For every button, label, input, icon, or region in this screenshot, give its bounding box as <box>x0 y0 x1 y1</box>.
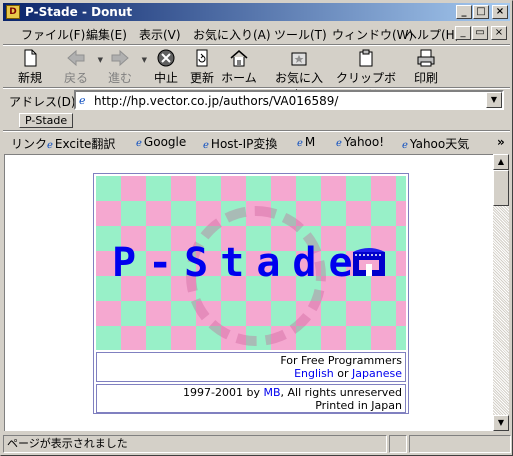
copyright-box: 1997-2001 by MB, All rights unreserved P… <box>96 384 406 413</box>
home-icon <box>229 48 249 68</box>
back-arrow-icon <box>66 48 86 68</box>
ie-page-icon: ℯ <box>79 94 86 107</box>
copyright-suffix: , All rights unreserved <box>280 386 402 399</box>
mdi-minimize-button[interactable]: _ <box>455 26 471 40</box>
link-yahoo-weather[interactable]: ℯ Yahoo天気 <box>402 135 469 152</box>
banner-table: P-Stade For Free Programmers English or … <box>93 173 409 414</box>
mdi-restore-button[interactable]: ▭ <box>472 26 488 40</box>
english-link[interactable]: English <box>294 367 334 380</box>
refresh-icon <box>192 48 212 68</box>
stop-icon <box>156 48 176 68</box>
link-google[interactable]: ℯ Google <box>136 135 186 149</box>
more-links-chevron[interactable]: » <box>497 135 505 149</box>
home-button[interactable]: ホーム <box>221 48 257 86</box>
scroll-up-button[interactable]: ▲ <box>493 154 509 170</box>
printer-icon <box>416 48 436 68</box>
printed-text: Printed in Japan <box>315 399 402 412</box>
forward-button[interactable]: 進む ▼ <box>103 48 147 86</box>
ie-page-icon: ℯ <box>297 138 303 149</box>
ie-page-icon: ℯ <box>203 140 209 151</box>
stop-button[interactable]: 中止 <box>151 48 181 86</box>
clipboard-icon <box>356 48 376 68</box>
site-logo: P-Stade <box>112 240 365 286</box>
stadium-icon <box>353 248 385 276</box>
copyright-prefix: 1997-2001 by <box>183 386 264 399</box>
menu-tools[interactable]: ツール(T) <box>274 26 327 43</box>
title-bar[interactable]: D P-Stade - Donut _ □ × <box>3 3 510 21</box>
address-bar: アドレス(D) ℯ http://hp.vector.co.jp/authors… <box>3 89 510 111</box>
page-content: P-Stade For Free Programmers English or … <box>4 154 493 431</box>
vertical-scrollbar[interactable]: ▲ ▼ <box>493 154 509 431</box>
links-label: リンク <box>11 137 48 151</box>
tagline: For Free Programmers <box>280 354 402 367</box>
menu-help[interactable]: ヘルプ(H) <box>405 26 459 43</box>
link-excite[interactable]: ℯ Excite翻訳 <box>47 135 115 152</box>
minimize-button[interactable]: _ <box>456 5 472 19</box>
status-panel <box>389 435 407 453</box>
link-m[interactable]: ℯM <box>297 135 315 149</box>
new-document-icon <box>20 48 40 68</box>
checker-banner: P-Stade <box>96 176 406 350</box>
address-input[interactable]: ℯ http://hp.vector.co.jp/authors/VA01658… <box>74 90 504 110</box>
browser-window: D P-Stade - Donut _ □ × ファイル(F) 編集(E) 表示… <box>0 0 513 456</box>
links-bar: リンク ℯ Excite翻訳 ℯ Google ℯ Host-IP変換 ℯM ℯ Yah… <box>3 132 510 152</box>
print-button[interactable]: 印刷 <box>411 48 441 86</box>
tab-bar: P-Stade <box>3 112 510 129</box>
favorites-button[interactable]: お気に入り <box>271 48 327 102</box>
menu-favorites[interactable]: お気に入り(A) <box>193 26 271 43</box>
author-link[interactable]: MB <box>263 386 280 399</box>
tagline-box: For Free Programmers English or Japanese <box>96 352 406 382</box>
tab-p-stade[interactable]: P-Stade <box>19 113 74 128</box>
window-title: P-Stade - Donut <box>25 5 133 19</box>
clipboard-button[interactable]: クリップボード <box>333 48 399 102</box>
address-label: アドレス(D) <box>9 95 76 109</box>
back-button[interactable]: 戻る ▼ <box>59 48 103 86</box>
status-panel <box>409 435 511 453</box>
chevron-down-icon[interactable]: ▼ <box>142 56 147 64</box>
ie-page-icon: ℯ <box>47 140 53 151</box>
status-text: ページが表示されました <box>3 435 387 453</box>
link-host-ip[interactable]: ℯ Host-IP変換 <box>203 135 277 152</box>
app-icon[interactable]: D <box>6 5 20 19</box>
status-bar: ページが表示されました <box>3 434 512 454</box>
japanese-link[interactable]: Japanese <box>352 367 402 380</box>
toolbar: 新規 戻る ▼ 進む ▼ 中止 更新 ホーム お気に入り <box>3 46 510 102</box>
scroll-down-button[interactable]: ▼ <box>493 415 509 431</box>
url-text[interactable]: http://hp.vector.co.jp/authors/VA016589/ <box>94 94 338 108</box>
new-button[interactable]: 新規 <box>13 48 47 86</box>
menu-window[interactable]: ウィンドウ(W) <box>332 26 413 43</box>
menu-edit[interactable]: 編集(E) <box>86 26 127 43</box>
mdi-close-button[interactable]: × <box>491 26 507 40</box>
ie-page-icon: ℯ <box>336 138 342 149</box>
menu-bar: ファイル(F) 編集(E) 表示(V) お気に入り(A) ツール(T) ウィンド… <box>3 23 510 43</box>
link-yahoo[interactable]: ℯ Yahoo! <box>336 135 384 149</box>
menu-view[interactable]: 表示(V) <box>139 26 181 43</box>
close-button[interactable]: × <box>492 5 508 19</box>
maximize-button[interactable]: □ <box>473 5 489 19</box>
address-dropdown-button[interactable]: ▼ <box>486 92 502 108</box>
ie-page-icon: ℯ <box>136 138 142 149</box>
refresh-button[interactable]: 更新 <box>187 48 217 86</box>
scroll-thumb[interactable] <box>493 170 509 206</box>
or-text: or <box>333 367 353 380</box>
menu-file[interactable]: ファイル(F) <box>21 26 85 43</box>
favorites-folder-icon <box>289 48 309 68</box>
ie-page-icon: ℯ <box>402 140 408 151</box>
forward-arrow-icon <box>110 48 130 68</box>
